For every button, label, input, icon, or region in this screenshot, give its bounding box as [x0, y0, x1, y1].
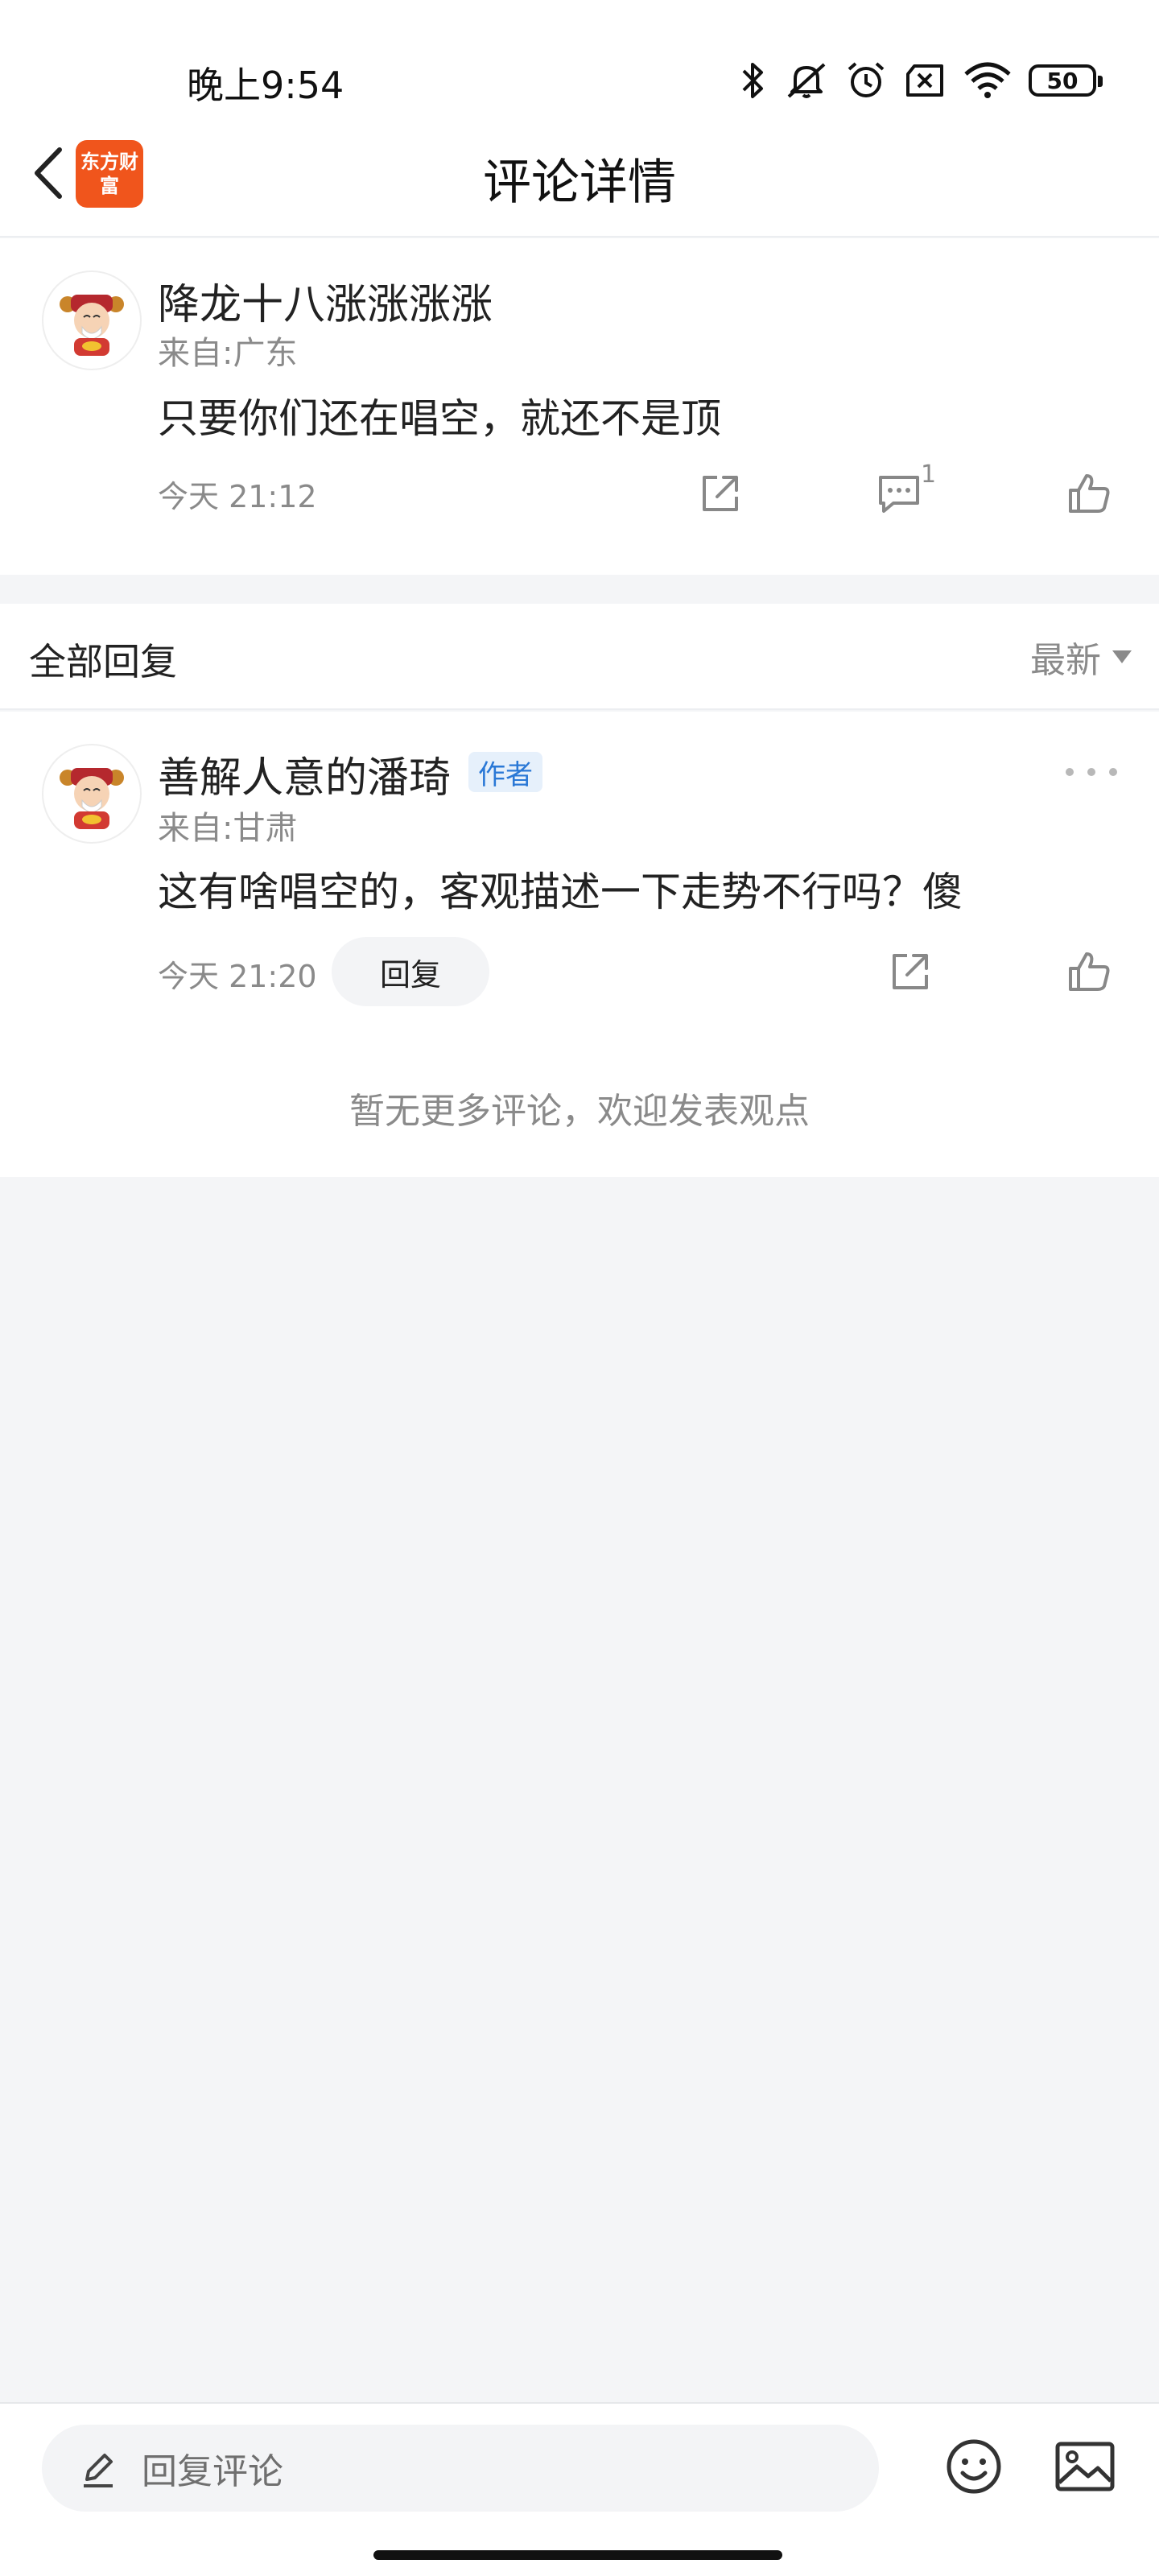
pencil-icon [84, 2454, 113, 2487]
sort-dropdown[interactable]: 最新 [1030, 633, 1132, 681]
bottom-bar: 回复评论 [0, 2402, 1159, 2576]
smiley-icon [947, 2439, 1001, 2494]
main-comment: 降龙十八涨涨涨涨 来自:广东 只要你们还在唱空，就还不是顶 今天 21:12 1 [0, 238, 1159, 575]
fortune-god-avatar-icon [60, 768, 124, 829]
status-bar: 晚上9:54 50 [0, 0, 1159, 137]
sort-label: 最新 [1030, 640, 1101, 681]
replies-header: 全部回复 最新 [0, 604, 1159, 710]
alarm-icon [848, 62, 885, 97]
status-icons: 50 [739, 56, 1103, 105]
thumbs-up-icon [1069, 474, 1110, 513]
comment-icon [879, 476, 919, 513]
share-icon [703, 476, 738, 511]
replies-title: 全部回复 [29, 640, 177, 683]
more-dot-icon [1087, 768, 1095, 776]
no-sim-icon [906, 64, 943, 97]
like-button[interactable] [1061, 465, 1117, 522]
reply-input[interactable]: 回复评论 [42, 2425, 879, 2512]
reply-list: 善解人意的潘琦 作者 来自:甘肃 这有啥唱空的，客观描述一下走势不行吗？傻 今天… [0, 712, 1159, 1177]
fortune-god-avatar-icon [60, 295, 124, 356]
share-button[interactable] [692, 465, 749, 522]
home-indicator[interactable] [373, 2550, 782, 2560]
comment-author[interactable]: 降龙十八涨涨涨涨 [158, 270, 493, 331]
mute-icon [787, 63, 826, 98]
bluetooth-icon [742, 63, 763, 98]
author-badge: 作者 [468, 752, 542, 792]
no-more-comments: 暂无更多评论，欢迎发表观点 [349, 1091, 810, 1132]
image-button[interactable] [1053, 2436, 1117, 2497]
status-time: 晚上9:54 [187, 64, 344, 107]
wifi-icon [964, 62, 1011, 98]
reply-count: 1 [921, 460, 937, 489]
nav-bar: 东方财富 评论详情 [0, 121, 1159, 237]
reply-time: 今天 21:20 [158, 959, 317, 994]
thumbs-up-icon [1069, 952, 1110, 991]
avatar[interactable] [42, 744, 142, 844]
more-dot-icon [1066, 768, 1074, 776]
comment-time: 今天 21:12 [158, 479, 317, 514]
reply-button[interactable]: 回复 [332, 937, 489, 1006]
comment-button[interactable] [871, 465, 927, 522]
reply-author[interactable]: 善解人意的潘琦 [158, 744, 451, 804]
share-button[interactable] [882, 943, 938, 1000]
reply-placeholder: 回复评论 [142, 2451, 283, 2492]
more-dot-icon [1109, 768, 1117, 776]
more-options-button[interactable] [1066, 760, 1117, 784]
share-icon [893, 954, 928, 989]
comment-location: 来自:广东 [158, 335, 298, 372]
page-title: 评论详情 [483, 155, 676, 211]
reply-text: 这有啥唱空的，客观描述一下走势不行吗？傻 [158, 869, 963, 915]
battery-icon: 50 [1029, 64, 1103, 97]
battery-level: 50 [1046, 67, 1079, 94]
image-icon [1055, 2442, 1115, 2491]
like-button[interactable] [1061, 943, 1117, 1000]
reply-location: 来自:甘肃 [158, 810, 298, 847]
comment-text: 只要你们还在唱空，就还不是顶 [158, 395, 721, 442]
avatar[interactable] [42, 270, 142, 370]
emoji-button[interactable] [943, 2436, 1004, 2497]
caret-down-icon [1112, 650, 1132, 663]
